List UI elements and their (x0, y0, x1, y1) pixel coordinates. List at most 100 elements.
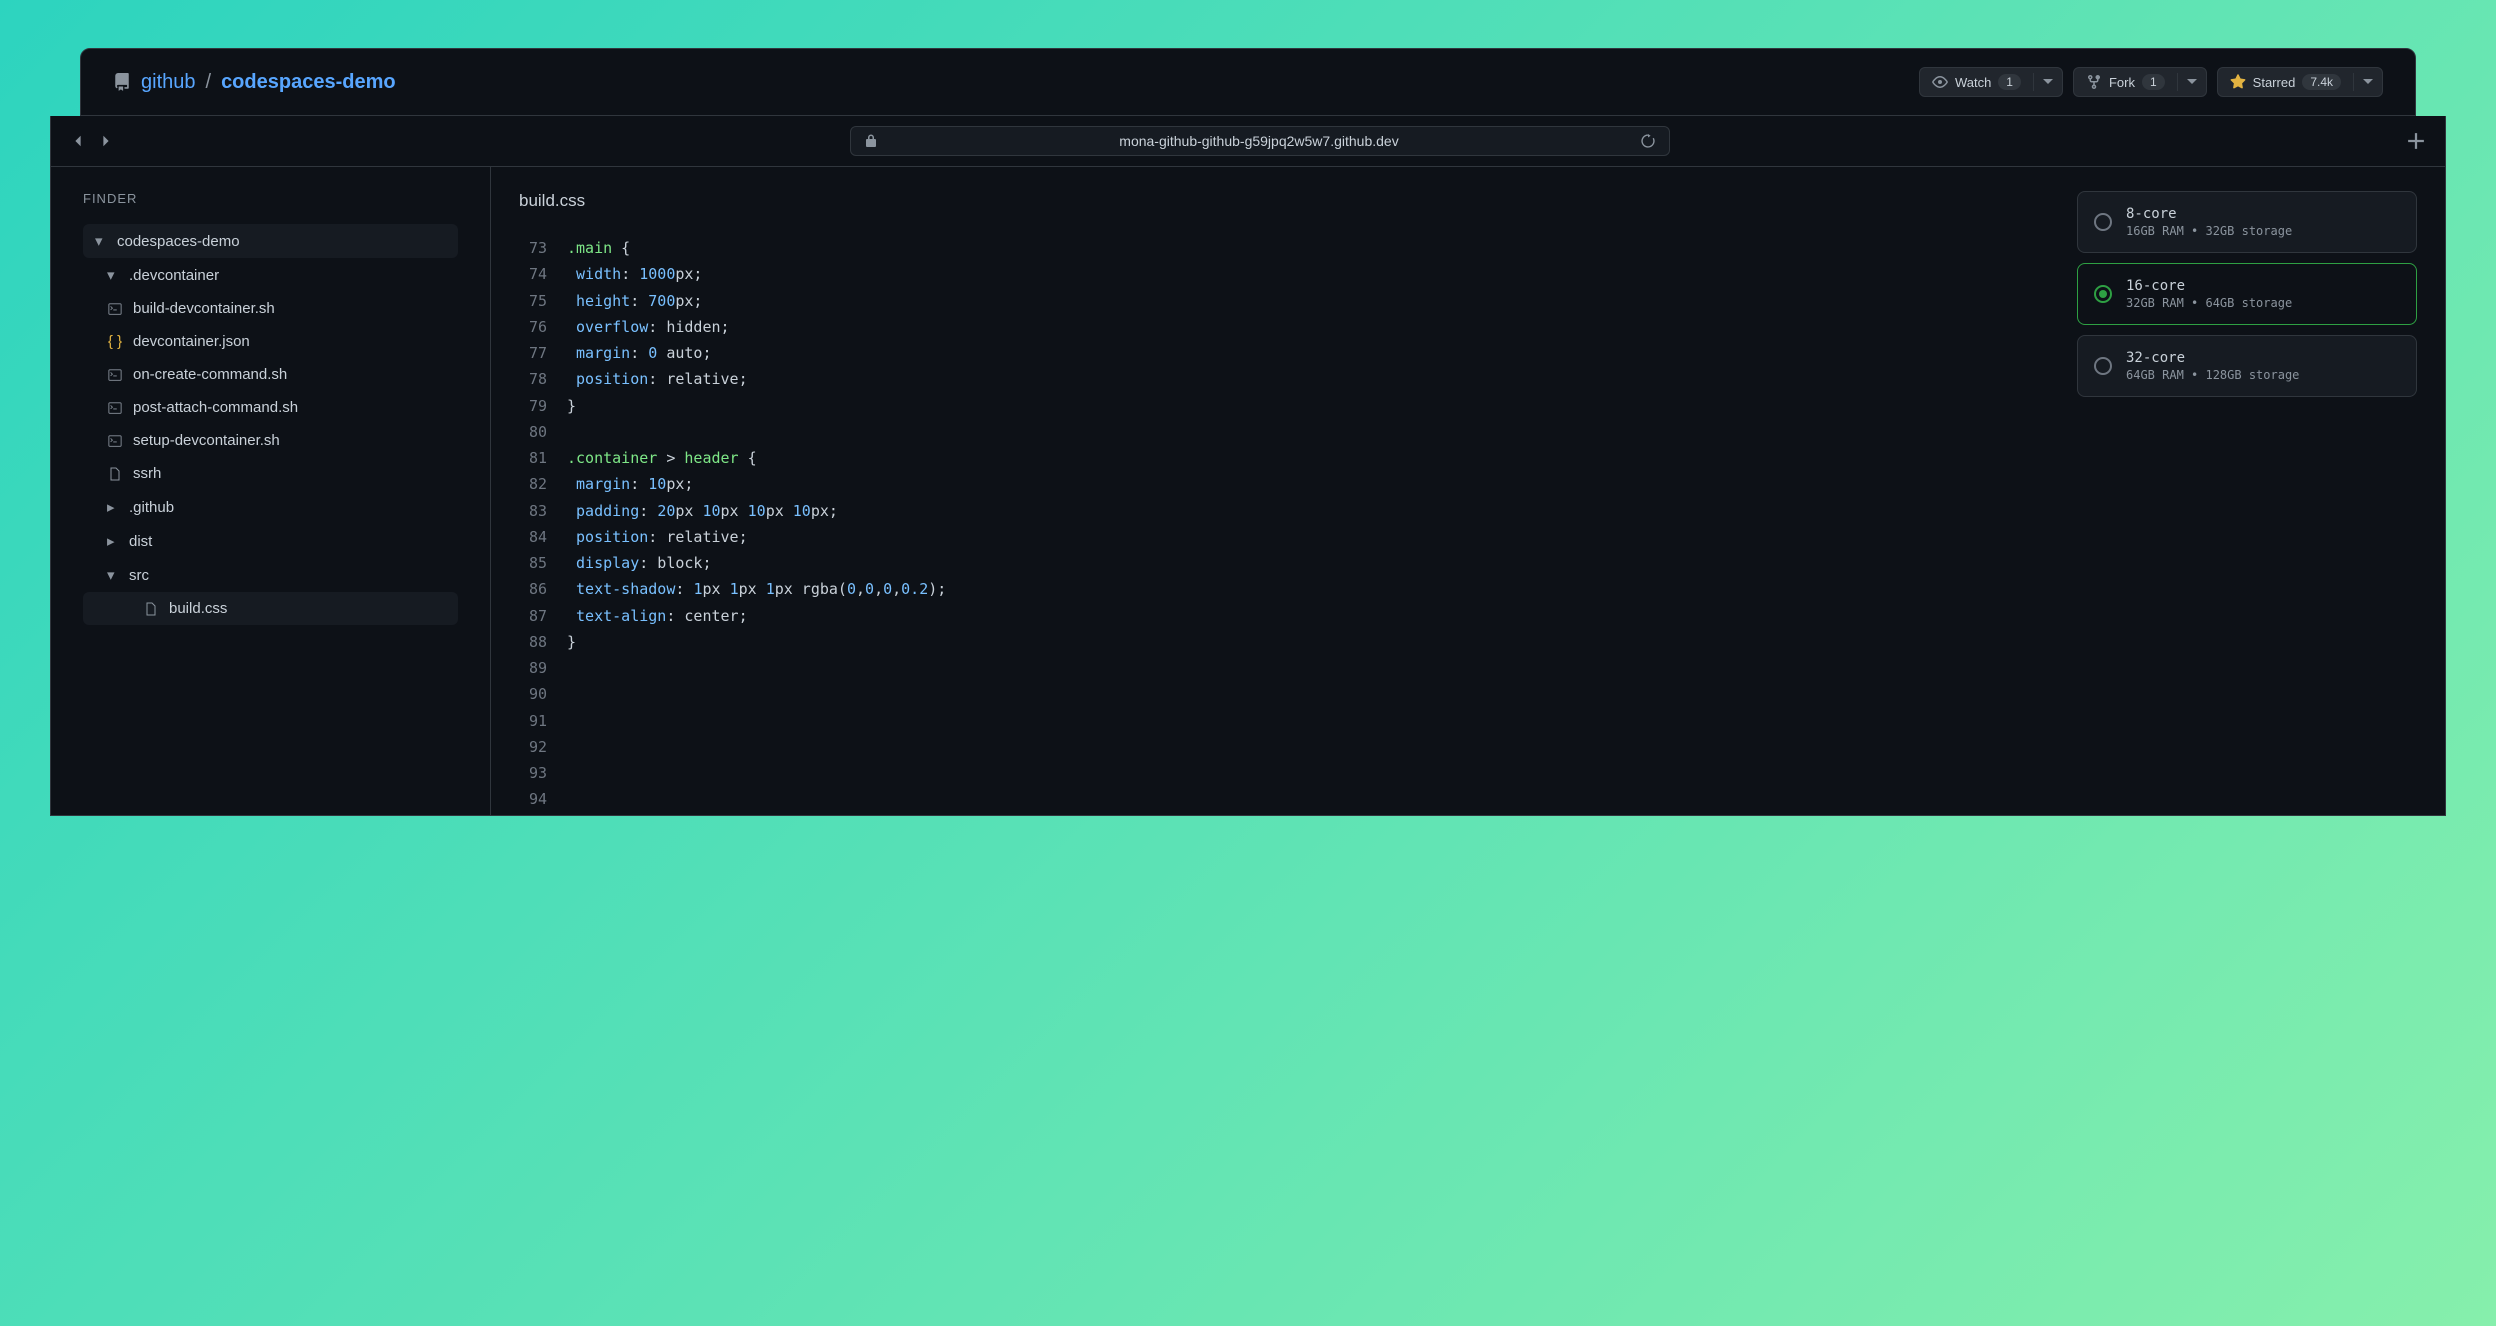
file-icon (143, 601, 159, 617)
lock-icon (865, 134, 877, 148)
line-number: 87 (519, 603, 547, 629)
code-line: 81.container > header { (519, 445, 2417, 471)
machine-options-panel: 8-core 16GB RAM • 32GB storage 16-core 32GB… (2077, 191, 2417, 397)
shell-file-icon (107, 433, 123, 449)
tree-item[interactable]: build-devcontainer.sh (83, 292, 458, 325)
tree-item[interactable]: on-create-command.sh (83, 358, 458, 391)
tree-item-label: setup-devcontainer.sh (133, 432, 280, 449)
repo-actions: Watch 1 Fork 1 Starred 7.4k (1919, 67, 2383, 97)
line-number: 85 (519, 550, 547, 576)
tree-item[interactable]: setup-devcontainer.sh (83, 424, 458, 457)
tree-item-label: .devcontainer (129, 267, 219, 284)
fork-icon (2086, 74, 2102, 90)
option-subtitle: 16GB RAM • 32GB storage (2126, 224, 2292, 238)
option-title: 8-core (2126, 206, 2292, 222)
line-number: 92 (519, 734, 547, 760)
chevron-down-icon (2363, 79, 2373, 85)
code-line: 80 (519, 419, 2417, 445)
line-number: 89 (519, 655, 547, 681)
radio-icon (2094, 213, 2112, 231)
radio-icon (2094, 357, 2112, 375)
url-bar[interactable]: mona-github-github-g59jpq2w5w7.github.de… (850, 126, 1670, 156)
code-line: 85 display: block; (519, 550, 2417, 576)
repo-icon (113, 73, 131, 91)
shell-file-icon (107, 301, 123, 317)
code-line: 88} (519, 629, 2417, 655)
line-number: 76 (519, 314, 547, 340)
machine-option[interactable]: 8-core 16GB RAM • 32GB storage (2077, 191, 2417, 253)
chevron-down-icon (2187, 79, 2197, 85)
option-title: 32-core (2126, 350, 2299, 366)
line-number: 79 (519, 393, 547, 419)
watch-button[interactable]: Watch 1 (1919, 67, 2063, 97)
repo-link[interactable]: codespaces-demo (221, 71, 396, 94)
option-subtitle: 32GB RAM • 64GB storage (2126, 296, 2292, 310)
option-title: 16-core (2126, 278, 2292, 294)
tree-item[interactable]: post-attach-command.sh (83, 391, 458, 424)
fork-button[interactable]: Fork 1 (2073, 67, 2207, 97)
tree-item-label: build.css (169, 600, 227, 617)
line-number: 83 (519, 498, 547, 524)
tree-item-label: build-devcontainer.sh (133, 300, 275, 317)
github-header: github / codespaces-demo Watch 1 Fork 1 (80, 48, 2416, 116)
repo-breadcrumb: github / codespaces-demo (113, 71, 396, 94)
line-number: 77 (519, 340, 547, 366)
line-number: 75 (519, 288, 547, 314)
tree-item[interactable]: { }devcontainer.json (83, 325, 458, 358)
chevron-down-icon: ▾ (95, 232, 107, 250)
refresh-icon[interactable] (1641, 134, 1655, 148)
tree-root[interactable]: ▾ codespaces-demo (83, 224, 458, 258)
line-number: 82 (519, 471, 547, 497)
chevron-down-icon (2043, 79, 2053, 85)
line-number: 74 (519, 261, 547, 287)
tree-item-label: src (129, 567, 149, 584)
line-number: 90 (519, 681, 547, 707)
machine-option[interactable]: 32-core 64GB RAM • 128GB storage (2077, 335, 2417, 397)
code-line: 94 (519, 786, 2417, 812)
line-number: 88 (519, 629, 547, 655)
tree-item[interactable]: ▸dist (83, 524, 458, 558)
fork-count: 1 (2142, 74, 2165, 90)
code-line: 90 (519, 681, 2417, 707)
line-number: 84 (519, 524, 547, 550)
chevron-right-icon: ▸ (107, 498, 119, 516)
code-line: 89 (519, 655, 2417, 681)
option-subtitle: 64GB RAM • 128GB storage (2126, 368, 2299, 382)
owner-link[interactable]: github (141, 71, 196, 94)
tree-item[interactable]: ▸ .github (83, 490, 458, 524)
line-number: 73 (519, 235, 547, 261)
fork-dropdown[interactable] (2177, 73, 2206, 91)
tree-item-label: .github (129, 499, 174, 516)
url-text: mona-github-github-g59jpq2w5w7.github.de… (887, 133, 1631, 149)
url-bar-row: mona-github-github-g59jpq2w5w7.github.de… (51, 116, 2445, 167)
tree-item[interactable]: ▾ .devcontainer (83, 258, 458, 292)
code-line: 83 padding: 20px 10px 10px 10px; (519, 498, 2417, 524)
chevron-down-icon: ▾ (107, 266, 119, 284)
line-number: 78 (519, 366, 547, 392)
nav-back[interactable] (67, 130, 89, 152)
code-line: 86 text-shadow: 1px 1px 1px rgba(0,0,0,0… (519, 576, 2417, 602)
shell-file-icon (107, 367, 123, 383)
watch-count: 1 (1998, 74, 2021, 90)
chevron-down-icon: ▾ (107, 566, 119, 584)
tree-item[interactable]: build.css (83, 592, 458, 625)
star-dropdown[interactable] (2353, 73, 2382, 91)
add-button[interactable] (2403, 128, 2429, 154)
line-number: 86 (519, 576, 547, 602)
editor-window: mona-github-github-g59jpq2w5w7.github.de… (50, 116, 2446, 816)
line-number: 91 (519, 708, 547, 734)
code-line: 84 position: relative; (519, 524, 2417, 550)
machine-option[interactable]: 16-core 32GB RAM • 64GB storage (2077, 263, 2417, 325)
code-editor[interactable]: build.css 73.main {74 width: 1000px;75 h… (491, 167, 2445, 815)
watch-dropdown[interactable] (2033, 73, 2062, 91)
chevron-right-icon: ▸ (107, 532, 119, 550)
tree-item[interactable]: ▾ src (83, 558, 458, 592)
star-count: 7.4k (2302, 74, 2341, 90)
nav-forward[interactable] (95, 130, 117, 152)
tree-item[interactable]: ssrh (83, 457, 458, 490)
star-button[interactable]: Starred 7.4k (2217, 67, 2383, 97)
json-file-icon: { } (107, 334, 123, 350)
star-icon (2230, 74, 2246, 90)
line-number: 81 (519, 445, 547, 471)
finder-label: FINDER (83, 191, 458, 206)
